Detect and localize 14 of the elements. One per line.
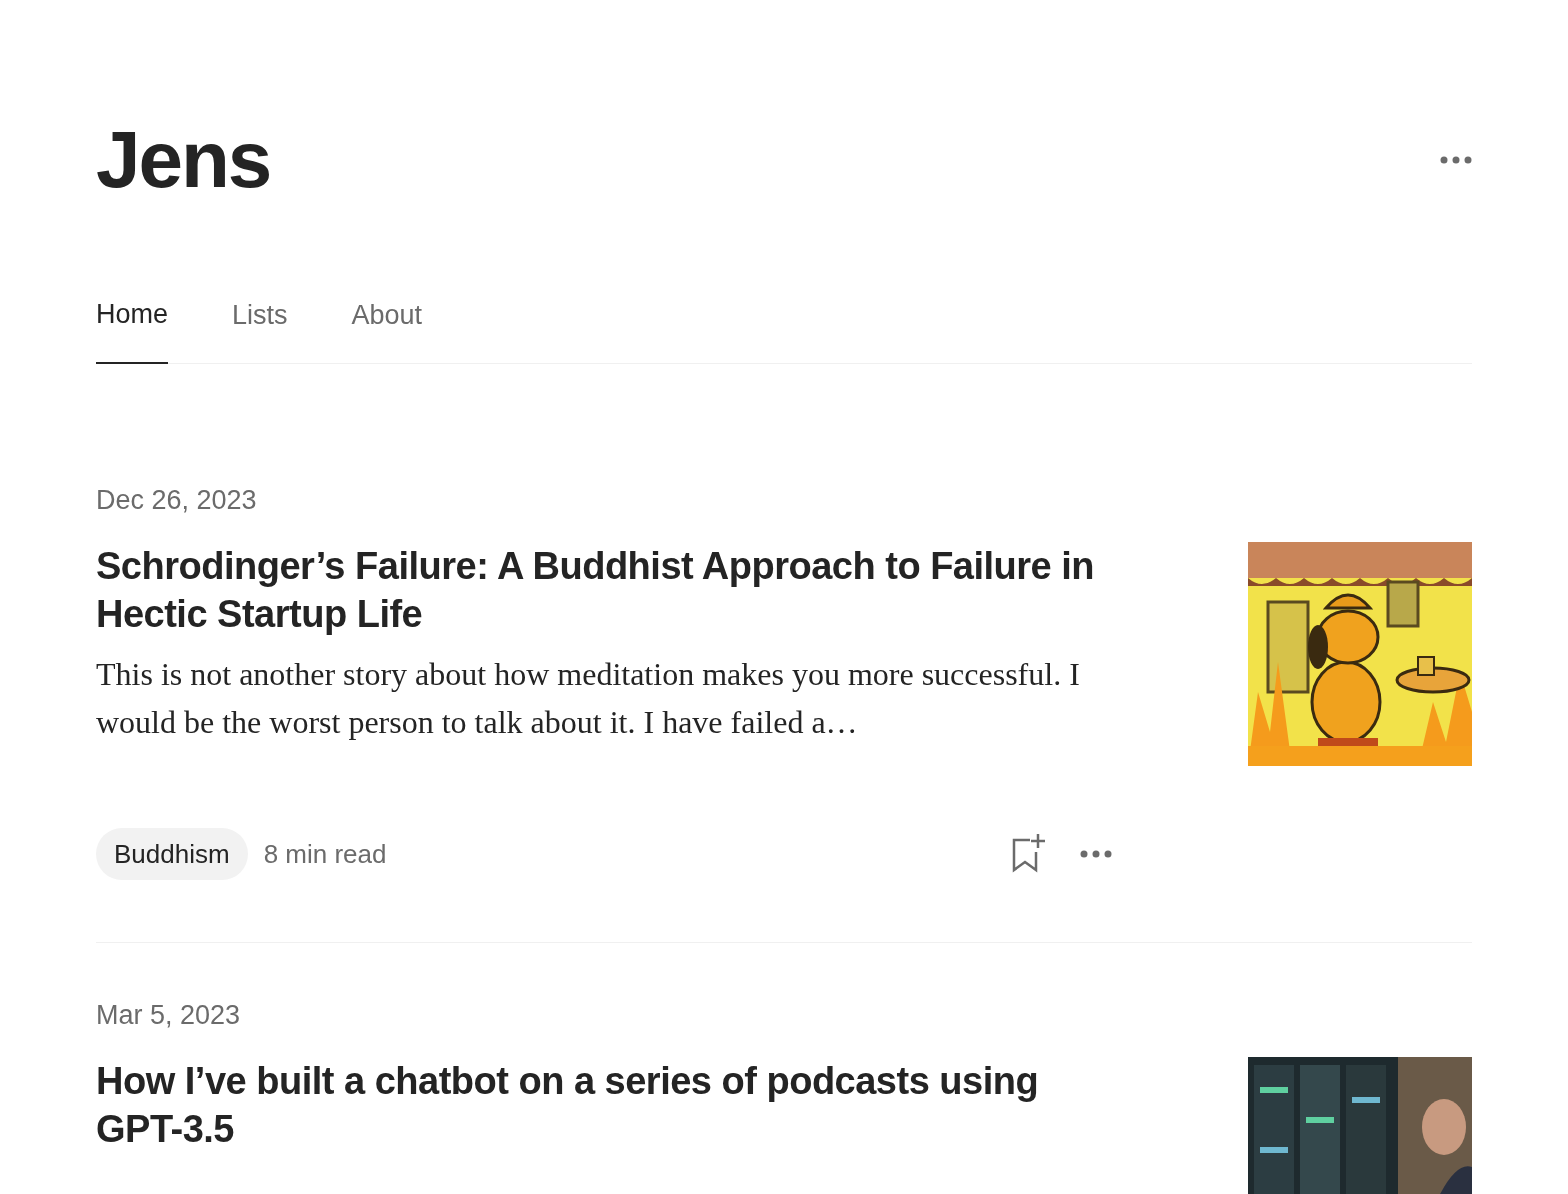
article-title[interactable]: Schrodinger’s Failure: A Buddhist Approach to Failure in Hectic Startup Life xyxy=(96,542,1132,638)
article-date: Mar 5, 2023 xyxy=(96,999,242,1032)
tab[interactable]: Home xyxy=(96,296,169,364)
more-icon[interactable] xyxy=(1440,156,1472,164)
tab[interactable]: About xyxy=(351,296,423,363)
profile-name: Jens xyxy=(96,114,271,206)
article-excerpt: This is not another story about how meditation makes you more successful. I would be the worst person to talk about it. I have failed a… xyxy=(96,655,1081,742)
tab[interactable]: Lists xyxy=(232,296,288,363)
bookmark-add-icon[interactable] xyxy=(1010,834,1046,874)
read-time: 8 min read xyxy=(263,838,387,871)
more-icon[interactable] xyxy=(1080,850,1112,858)
article-title[interactable]: How I’ve built a chatbot on a series of podcasts using GPT-3.5 xyxy=(96,1057,1132,1153)
article-date: Dec 26, 2023 xyxy=(96,484,258,517)
topic-tag[interactable]: Buddhism xyxy=(96,828,248,880)
